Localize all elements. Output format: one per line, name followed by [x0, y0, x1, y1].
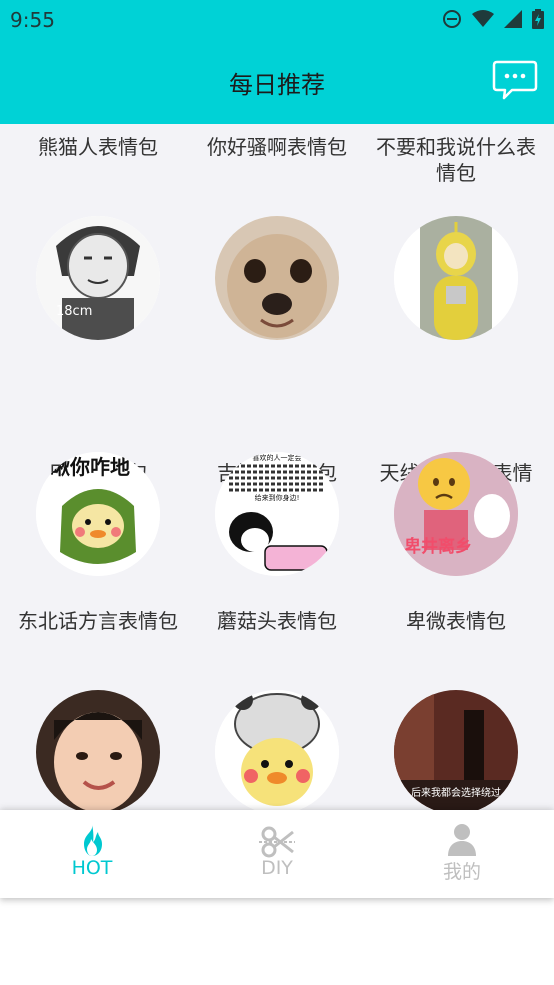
thumb-caption: 18cm — [56, 304, 92, 319]
page-title: 每日推荐 — [229, 71, 325, 99]
flame-icon — [84, 824, 102, 856]
grid-item-label: 蘑菇头表情包 — [217, 609, 337, 633]
sticker-thumbnail — [394, 216, 518, 340]
grid-item-label: 卑微表情包 — [406, 609, 506, 633]
thumb-caption: 卑井离乡 — [404, 536, 472, 557]
nav-label: DIY — [261, 857, 293, 879]
thumb-caption: 后来我都会选择绕过 — [411, 786, 501, 799]
sticker-thumbnail: 喜欢的人一定会 给来到你身边! — [215, 452, 339, 576]
grid-item-label: 熊猫人表情包 — [38, 135, 158, 159]
status-time: 9:55 — [10, 8, 55, 32]
grid-item-label: 东北话方言表情包 — [18, 609, 178, 633]
user-icon — [448, 824, 476, 856]
signal-icon — [504, 10, 522, 28]
status-icons — [442, 9, 544, 29]
sticker-thumbnail — [215, 216, 339, 340]
thumb-caption-top: 喜欢的人一定会 — [253, 453, 302, 462]
message-button[interactable] — [492, 60, 538, 100]
battery-icon — [532, 9, 544, 29]
thumb-caption: 瞅你咋地 — [50, 455, 130, 479]
sticker-thumbnail: 18cm — [36, 216, 160, 340]
sticker-thumbnail: 后来我都会选择绕过 — [394, 690, 518, 810]
grid-item-label: 不要和我说什么表情包 — [376, 135, 536, 185]
sticker-thumbnail — [36, 690, 160, 810]
nav-label: 我的 — [442, 861, 481, 883]
sticker-thumbnail: 卑井离乡 — [394, 452, 518, 576]
sticker-thumbnail: 瞅你咋地 — [36, 452, 160, 576]
nav-mine[interactable]: 我的 — [370, 810, 554, 898]
scissors-icon — [259, 826, 295, 858]
sticker-thumbnail — [215, 690, 339, 810]
bottom-nav: HOT DIY 我的 — [0, 810, 554, 898]
status-bar: 9:55 — [0, 0, 554, 38]
sticker-grid: 熊猫人表情包 你好骚啊表情包 不要和我说什么表情包 18cm 日常表情包 — [0, 124, 554, 810]
nav-label: HOT — [71, 857, 113, 879]
grid-item-label: 你好骚啊表情包 — [207, 135, 347, 159]
nav-hot[interactable]: HOT — [0, 810, 184, 898]
thumb-caption-bottom: 给来到你身边! — [255, 493, 300, 502]
chat-bubble-icon — [492, 60, 538, 100]
do-not-disturb-icon — [443, 10, 461, 28]
nav-diy[interactable]: DIY — [185, 810, 369, 898]
wifi-icon — [472, 10, 494, 27]
app-bar: 每日推荐 — [0, 38, 554, 124]
